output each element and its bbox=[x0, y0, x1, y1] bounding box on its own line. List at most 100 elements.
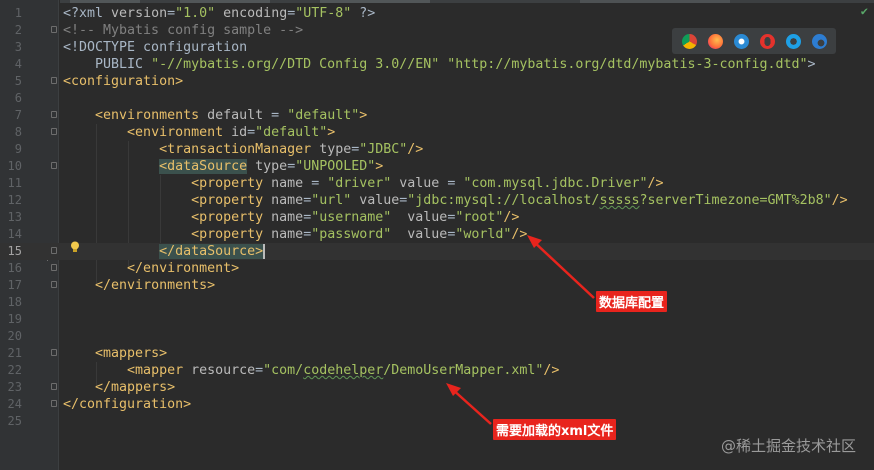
line-number: 10 bbox=[7, 159, 22, 173]
fold-marker-icon[interactable] bbox=[51, 77, 57, 84]
line-number: 3 bbox=[14, 40, 22, 54]
line-number: 19 bbox=[7, 312, 22, 326]
typo-highlight: codehelper bbox=[303, 363, 384, 378]
editor-tab-strip[interactable] bbox=[60, 0, 874, 3]
code-line[interactable]: 24 </configuration> bbox=[0, 396, 874, 413]
code-line[interactable]: 4 PUBLIC "-//mybatis.org//DTD Config 3.0… bbox=[0, 56, 874, 73]
code-line[interactable]: 5 <configuration> bbox=[0, 73, 874, 90]
code-line[interactable]: 23 </mappers> bbox=[0, 379, 874, 396]
code-text[interactable]: <transactionManager type="JDBC"/> bbox=[63, 141, 423, 158]
editor-tab[interactable] bbox=[320, 0, 430, 3]
code-text[interactable]: </environment> bbox=[63, 260, 239, 277]
safari-icon[interactable] bbox=[733, 33, 749, 49]
code-text[interactable]: </dataSource> bbox=[63, 243, 266, 260]
line-number: 6 bbox=[14, 91, 22, 105]
line-number: 23 bbox=[7, 380, 22, 394]
watermark: @稀土掘金技术社区 bbox=[720, 437, 856, 455]
code-line[interactable]: 14 <property name="password" value="worl… bbox=[0, 226, 874, 243]
code-line[interactable]: 22 <mapper resource="com/codehelper/Demo… bbox=[0, 362, 874, 379]
line-number: 21 bbox=[7, 346, 22, 360]
code-line[interactable]: 18 bbox=[0, 294, 874, 311]
code-line-current[interactable]: 15 </dataSource> bbox=[0, 243, 874, 260]
edge-icon[interactable] bbox=[811, 33, 827, 49]
fold-marker-icon[interactable] bbox=[51, 281, 57, 288]
matched-tag[interactable]: </dataSource bbox=[159, 244, 256, 259]
line-number: 12 bbox=[7, 193, 22, 207]
code-line[interactable]: 11 <property name = "driver" value = "co… bbox=[0, 175, 874, 192]
line-number: 2 bbox=[14, 23, 22, 37]
opera-icon[interactable] bbox=[759, 33, 775, 49]
line-number: 14 bbox=[7, 227, 22, 241]
editor-tab[interactable] bbox=[180, 0, 270, 3]
editor-tab[interactable] bbox=[70, 0, 140, 3]
code-line[interactable]: 10 <dataSource type="UNPOOLED"> bbox=[0, 158, 874, 175]
code-line[interactable]: 17 </environments> bbox=[0, 277, 874, 294]
line-number: 17 bbox=[7, 278, 22, 292]
text-caret: > bbox=[255, 244, 266, 259]
line-number: 1 bbox=[14, 6, 22, 20]
code-text[interactable]: <property name="username" value="root"/> bbox=[63, 209, 519, 226]
firefox-icon[interactable] bbox=[707, 33, 723, 49]
code-line[interactable]: 16 </environment> bbox=[0, 260, 874, 277]
fold-marker-icon[interactable] bbox=[51, 400, 57, 407]
code-line[interactable]: 6 bbox=[0, 90, 874, 107]
fold-marker-icon[interactable] bbox=[51, 349, 57, 356]
code-text[interactable]: <environment id="default"> bbox=[63, 124, 335, 141]
code-line[interactable]: 19 bbox=[0, 311, 874, 328]
code-text[interactable]: <?xml version="1.0" encoding="UTF-8" ?> bbox=[63, 5, 375, 22]
code-line[interactable]: 20 bbox=[0, 328, 874, 345]
code-text[interactable]: <environments default = "default"> bbox=[63, 107, 367, 124]
line-number: 25 bbox=[7, 414, 22, 428]
code-text[interactable]: <dataSource type="UNPOOLED"> bbox=[63, 158, 383, 175]
ie-icon[interactable] bbox=[785, 33, 801, 49]
code-line[interactable]: 12 <property name="url" value="jdbc:mysq… bbox=[0, 192, 874, 209]
code-text[interactable]: <configuration> bbox=[63, 73, 183, 90]
code-line[interactable]: 8 <environment id="default"> bbox=[0, 124, 874, 141]
fold-marker-icon[interactable] bbox=[51, 264, 57, 271]
line-number: 5 bbox=[14, 74, 22, 88]
fold-marker-icon[interactable] bbox=[51, 247, 57, 254]
code-text[interactable]: <mapper resource="com/codehelper/DemoUse… bbox=[63, 362, 559, 379]
fold-marker-icon[interactable] bbox=[51, 383, 57, 390]
line-number: 7 bbox=[14, 108, 22, 122]
chrome-icon[interactable] bbox=[681, 33, 697, 49]
annotation-label: 数据库配置 bbox=[596, 291, 668, 312]
fold-marker-icon[interactable] bbox=[51, 162, 57, 169]
line-number: 11 bbox=[7, 176, 22, 190]
line-number: 20 bbox=[7, 329, 22, 343]
typo-highlight: sssss bbox=[599, 193, 640, 208]
code-line[interactable]: 25 bbox=[0, 413, 874, 430]
line-number: 13 bbox=[7, 210, 22, 224]
fold-marker-icon[interactable] bbox=[51, 111, 57, 118]
fold-marker-icon[interactable] bbox=[51, 128, 57, 135]
editor-tab-active[interactable] bbox=[580, 0, 730, 3]
code-line[interactable]: 9 <transactionManager type="JDBC"/> bbox=[0, 141, 874, 158]
matched-tag[interactable]: <dataSource bbox=[159, 159, 248, 174]
line-number: 15 bbox=[7, 244, 22, 258]
code-text[interactable]: <property name="url" value="jdbc:mysql:/… bbox=[63, 192, 848, 209]
lightbulb-icon[interactable] bbox=[70, 241, 80, 253]
code-text[interactable]: PUBLIC "-//mybatis.org//DTD Config 3.0//… bbox=[63, 56, 816, 73]
annotation-label: 需要加载的xml文件 bbox=[493, 419, 617, 440]
line-number: 9 bbox=[14, 142, 22, 156]
line-number: 4 bbox=[14, 57, 22, 71]
browser-preview-toolbar bbox=[672, 28, 836, 54]
code-line[interactable]: 13 <property name="username" value="root… bbox=[0, 209, 874, 226]
code-text[interactable]: <property name="password" value="world"/… bbox=[63, 226, 527, 243]
code-text[interactable]: <!-- Mybatis config sample --> bbox=[63, 22, 303, 39]
code-text[interactable]: </configuration> bbox=[63, 396, 191, 413]
line-number: 24 bbox=[7, 397, 22, 411]
line-number: 16 bbox=[7, 261, 22, 275]
line-number: 8 bbox=[14, 125, 22, 139]
code-text[interactable]: </environments> bbox=[63, 277, 215, 294]
code-text[interactable]: <property name = "driver" value = "com.m… bbox=[63, 175, 663, 192]
code-text[interactable]: <!DOCTYPE configuration bbox=[63, 39, 247, 56]
fold-marker-icon[interactable] bbox=[51, 26, 57, 33]
code-text[interactable]: <mappers> bbox=[63, 345, 167, 362]
code-text[interactable]: </mappers> bbox=[63, 379, 175, 396]
line-number: 18 bbox=[7, 295, 22, 309]
code-line[interactable]: 1 <?xml version="1.0" encoding="UTF-8" ?… bbox=[0, 5, 874, 22]
line-number: 22 bbox=[7, 363, 22, 377]
code-line[interactable]: 21 <mappers> bbox=[0, 345, 874, 362]
code-line[interactable]: 7 <environments default = "default"> bbox=[0, 107, 874, 124]
